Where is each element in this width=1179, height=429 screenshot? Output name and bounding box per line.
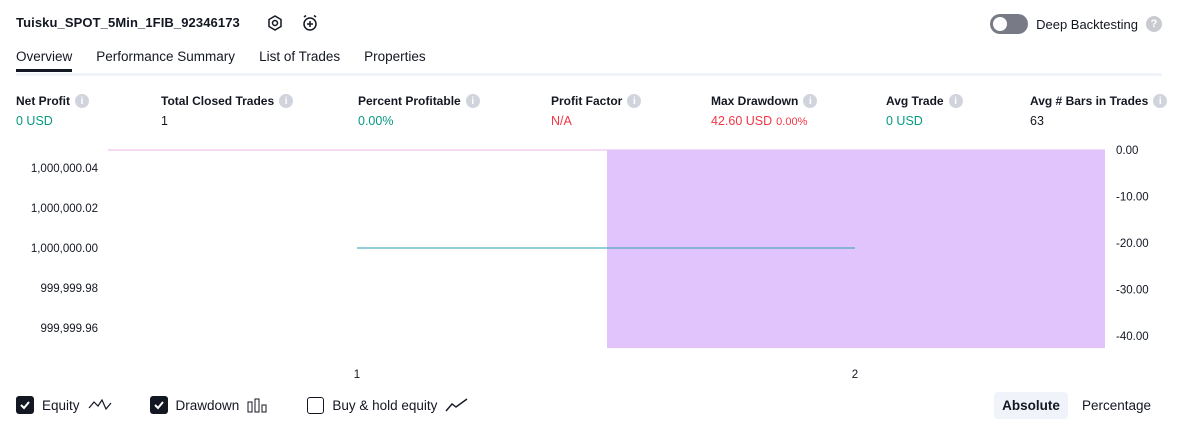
left-axis-tick: 1,000,000.00 bbox=[31, 243, 98, 255]
help-icon[interactable]: ? bbox=[1146, 16, 1162, 32]
gear-icon[interactable] bbox=[265, 13, 285, 33]
drawdown-checkbox[interactable]: Drawdown bbox=[149, 396, 270, 414]
deep-backtesting-label: Deep Backtesting bbox=[1036, 16, 1138, 32]
metric-value: 42.60 USD 0.00% bbox=[711, 114, 817, 128]
tab-performance-summary[interactable]: Performance Summary bbox=[96, 49, 235, 72]
metric-net-profit: Net Profit i 0 USD bbox=[16, 94, 89, 128]
info-icon[interactable]: i bbox=[948, 94, 963, 108]
strategy-title: Tuisku_SPOT_5Min_1FIB_92346173 bbox=[16, 15, 240, 30]
metric-value: 0.00% bbox=[358, 114, 394, 128]
tab-list-of-trades[interactable]: List of Trades bbox=[259, 49, 340, 72]
metric-label: Avg # Bars in Trades bbox=[1030, 94, 1149, 108]
x-axis-tick: 2 bbox=[852, 369, 858, 381]
equity-line-icon bbox=[88, 398, 111, 411]
max-drawdown-percent: 0.00% bbox=[776, 116, 808, 128]
left-axis-tick: 999,999.98 bbox=[40, 283, 98, 295]
display-mode-switch: Absolute Percentage bbox=[994, 392, 1159, 419]
percentage-button[interactable]: Percentage bbox=[1074, 392, 1159, 419]
metric-value: 0 USD bbox=[16, 114, 53, 128]
right-axis-tick: -40.00 bbox=[1116, 331, 1149, 343]
metric-value: 0 USD bbox=[886, 114, 923, 128]
right-axis-tick: -20.00 bbox=[1116, 238, 1149, 250]
checkbox-checked-icon bbox=[149, 396, 168, 414]
metric-label: Total Closed Trades bbox=[161, 94, 275, 108]
deep-backtesting-control: Deep Backtesting ? bbox=[990, 14, 1162, 34]
info-icon[interactable]: i bbox=[279, 94, 294, 108]
left-axis-tick: 999,999.96 bbox=[40, 323, 98, 335]
tab-properties[interactable]: Properties bbox=[364, 49, 426, 72]
metric-value: N/A bbox=[551, 114, 572, 128]
buy-hold-checkbox[interactable]: Buy & hold equity bbox=[307, 396, 469, 414]
checkbox-checked-icon bbox=[16, 396, 34, 414]
buy-hold-label: Buy & hold equity bbox=[332, 397, 438, 413]
metric-value: 63 bbox=[1030, 114, 1044, 128]
metric-label: Max Drawdown bbox=[711, 94, 799, 108]
drawdown-bars-icon bbox=[247, 398, 267, 413]
tabs-divider bbox=[16, 73, 1162, 76]
max-drawdown-value: 42.60 USD bbox=[711, 114, 773, 128]
info-icon[interactable]: i bbox=[465, 94, 480, 108]
info-icon[interactable]: i bbox=[75, 94, 89, 108]
left-axis-tick: 1,000,000.04 bbox=[31, 163, 99, 175]
metric-avg-bars: Avg # Bars in Trades i 63 bbox=[1030, 94, 1168, 128]
right-axis-tick: 0.00 bbox=[1116, 145, 1138, 157]
right-axis-tick: -30.00 bbox=[1116, 285, 1149, 297]
left-axis-tick: 1,000,000.02 bbox=[31, 203, 98, 215]
metric-percent-profitable: Percent Profitable i 0.00% bbox=[358, 94, 480, 128]
drawdown-label: Drawdown bbox=[175, 397, 240, 413]
add-alert-icon[interactable] bbox=[300, 13, 320, 33]
right-axis-tick: -10.00 bbox=[1116, 192, 1149, 204]
info-icon[interactable]: i bbox=[627, 94, 642, 108]
info-icon[interactable]: i bbox=[1153, 94, 1168, 108]
metric-label: Profit Factor bbox=[551, 94, 623, 108]
metric-max-drawdown: Max Drawdown i 42.60 USD 0.00% bbox=[711, 94, 818, 128]
metric-label: Percent Profitable bbox=[358, 94, 461, 108]
deep-backtesting-toggle[interactable] bbox=[990, 14, 1029, 34]
metric-label: Net Profit bbox=[16, 94, 70, 108]
drawdown-area bbox=[607, 150, 1105, 349]
equity-label: Equity bbox=[42, 397, 80, 413]
x-axis-tick: 1 bbox=[354, 369, 360, 381]
chart-legend: Equity Drawdown Buy & hold equity bbox=[16, 396, 469, 414]
equity-checkbox[interactable]: Equity bbox=[16, 396, 112, 414]
tab-overview[interactable]: Overview bbox=[16, 49, 73, 72]
metric-profit-factor: Profit Factor i N/A bbox=[551, 94, 642, 128]
tab-bar: Overview Performance Summary List of Tra… bbox=[16, 49, 426, 72]
buy-hold-line-icon bbox=[445, 398, 468, 412]
checkbox-unchecked-icon bbox=[307, 396, 325, 414]
metric-avg-trade: Avg Trade i 0 USD bbox=[886, 94, 963, 128]
absolute-button[interactable]: Absolute bbox=[994, 392, 1068, 419]
equity-chart: 1,000,000.04 1,000,000.02 1,000,000.00 999,… bbox=[31, 145, 1149, 381]
info-icon[interactable]: i bbox=[803, 94, 818, 108]
metric-label: Avg Trade bbox=[886, 94, 944, 108]
metric-total-closed-trades: Total Closed Trades i 1 bbox=[161, 94, 294, 128]
metric-value: 1 bbox=[161, 114, 168, 128]
